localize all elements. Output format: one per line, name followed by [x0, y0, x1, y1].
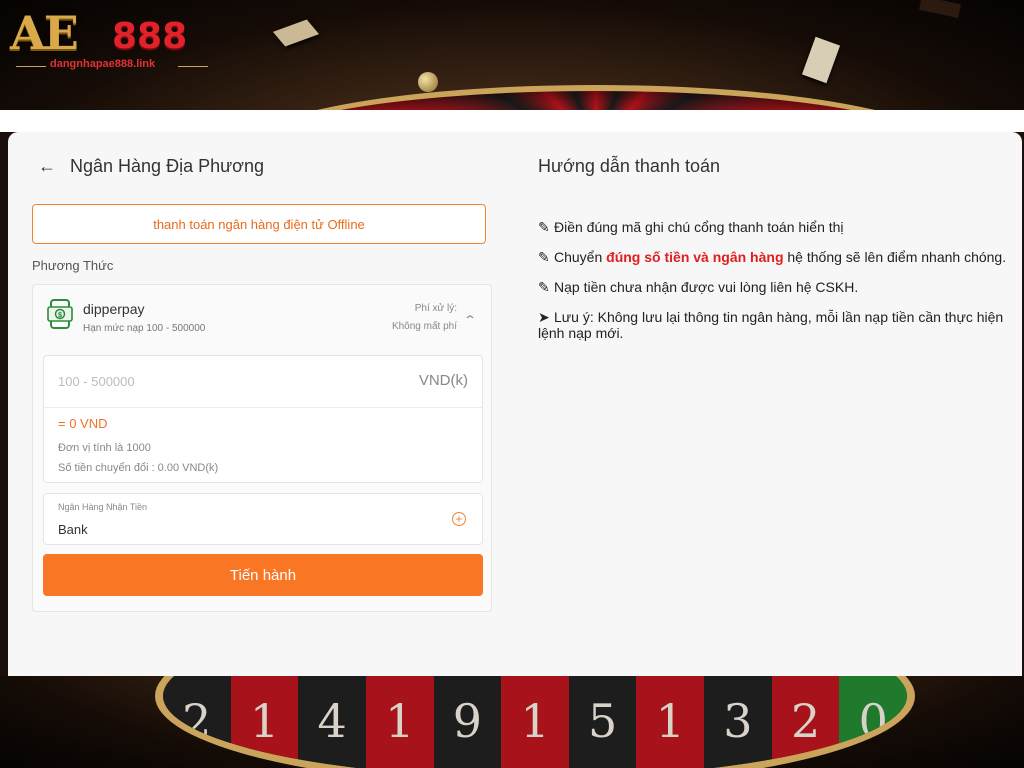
- bottom-banner: 2 1 4 1 9 1 5 1 3 2 0: [0, 676, 1024, 768]
- amount-box: VND(k) = 0 VND Đơn vị tính là 1000 Số ti…: [43, 355, 483, 483]
- payment-method-card: $ dipperpay Hạn mức nạp 100 - 500000 Phí…: [32, 284, 492, 612]
- roulette-pockets: 2 1 4 1 9 1 5 1 3 2 0: [163, 676, 907, 768]
- deposit-panel: ← Ngân Hàng Địa Phương thanh toán ngân h…: [8, 132, 1022, 678]
- fee-value: Không mất phí: [391, 321, 457, 332]
- roulette-pocket: 2: [771, 676, 840, 768]
- guide-highlight-text: đúng số tiền và ngân hàng: [606, 249, 784, 265]
- guide-item: ➤ Lưu ý: Không lưu lại thông tin ngân hàn…: [538, 309, 1008, 341]
- unit-note: Đơn vị tính là 1000: [58, 442, 151, 454]
- currency-label: VND(k): [418, 372, 468, 389]
- panel-top-strip: [0, 110, 1024, 132]
- roulette-pocket: 3: [704, 676, 772, 768]
- method-section-label: Phương Thức: [32, 258, 114, 273]
- guide-item-text: Chuyển: [554, 249, 607, 265]
- arrow-right-icon: ➤: [538, 309, 550, 325]
- header-row: ← Ngân Hàng Địa Phương: [38, 156, 264, 177]
- roulette-pocket: 9: [433, 676, 502, 768]
- guide-item-text: Nạp tiền chưa nhận được vui lòng liên hệ…: [554, 279, 859, 295]
- guide-item-text: hệ thống sẽ lên điểm nhanh chóng.: [783, 249, 1007, 265]
- logo-number: 888: [112, 16, 188, 57]
- method-limit: Hạn mức nạp 100 - 500000: [83, 323, 206, 334]
- receiving-bank-select[interactable]: Ngân Hàng Nhận Tiền Bank +: [43, 493, 483, 545]
- offline-payment-tab[interactable]: thanh toán ngân hàng điện tử Offline: [32, 204, 486, 244]
- chevron-up-icon[interactable]: ⌃: [463, 313, 477, 327]
- guide-item: ✎ Nạp tiền chưa nhận được vui lòng liên h…: [538, 279, 1008, 295]
- amount-equals-text: = 0 VND: [58, 416, 108, 431]
- bank-label: Ngân Hàng Nhận Tiền: [58, 502, 148, 512]
- pencil-icon: ✎: [538, 279, 550, 295]
- plus-circle-icon[interactable]: +: [452, 512, 466, 526]
- roulette-pocket: 2: [163, 676, 231, 768]
- roulette-pocket: 1: [230, 676, 299, 768]
- pencil-icon: ✎: [538, 249, 550, 265]
- chip-image: [272, 19, 320, 47]
- roulette-pocket: 1: [365, 676, 434, 768]
- logo-url: dangnhapae888.link: [50, 58, 156, 70]
- back-arrow-icon[interactable]: ←: [38, 156, 56, 177]
- bank-value: Bank: [58, 522, 88, 537]
- pencil-icon: ✎: [538, 219, 550, 235]
- top-banner: AE 888 dangnhapae888.link: [0, 0, 1024, 110]
- guide-item: ✎ Chuyển đúng số tiền và ngân hàng hệ thố…: [538, 249, 1008, 265]
- roulette-knob-image: [418, 72, 438, 92]
- converted-amount: Số tiền chuyển đổi : 0.00 VND(k): [58, 462, 219, 474]
- guide-item-text: Lưu ý: Không lưu lại thông tin ngân hàng…: [538, 309, 1004, 341]
- guide-item-text: Điền đúng mã ghi chú cổng thanh toán hiể…: [554, 219, 844, 235]
- brand-logo[interactable]: AE 888 dangnhapae888.link: [10, 6, 210, 72]
- roulette-pocket: 0: [839, 676, 907, 768]
- chip-image: [918, 0, 962, 19]
- roulette-wheel-image: 2 1 4 1 9 1 5 1 3 2 0: [155, 676, 915, 768]
- roulette-pocket: 5: [568, 676, 637, 768]
- guide-list: ✎ Điền đúng mã ghi chú cổng thanh toán hi…: [538, 219, 1008, 341]
- roulette-pocket: 4: [298, 676, 366, 768]
- logo-letters: AE: [10, 6, 79, 60]
- fee-label: Phí xử lý:: [414, 303, 457, 314]
- method-name: dipperpay: [83, 301, 145, 317]
- amount-input[interactable]: [44, 356, 482, 408]
- guide-item: ✎ Điền đúng mã ghi chú cổng thanh toán hi…: [538, 219, 1008, 235]
- logo-divider: [178, 66, 208, 67]
- roulette-wheel-image: [240, 85, 952, 110]
- page-title: Ngân Hàng Địa Phương: [70, 156, 264, 176]
- money-phone-icon: $: [47, 299, 73, 329]
- roulette-pocket: 1: [636, 676, 705, 768]
- chip-image: [801, 36, 841, 84]
- proceed-button[interactable]: Tiến hành: [43, 554, 483, 596]
- guide-title: Hướng dẫn thanh toán: [538, 156, 720, 176]
- payment-guide: Hướng dẫn thanh toán ✎ Điền đúng mã ghi c…: [538, 156, 1008, 355]
- roulette-pocket: 1: [501, 676, 569, 768]
- svg-text:$: $: [58, 311, 63, 319]
- logo-divider: [16, 66, 46, 67]
